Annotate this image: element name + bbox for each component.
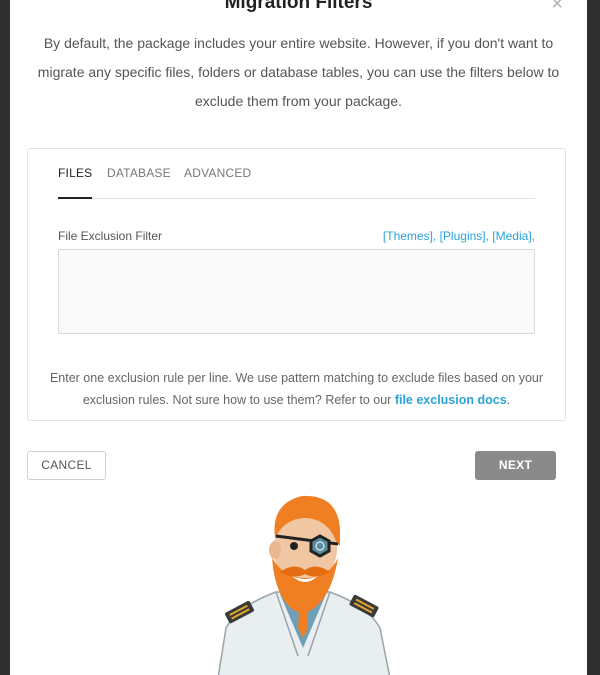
- modal-title: Migration Filters: [224, 0, 373, 13]
- filter-tabs: FILES DATABASE ADVANCED: [58, 166, 535, 199]
- link-separator: ,: [432, 229, 440, 243]
- media-link[interactable]: [Media]: [492, 229, 531, 243]
- themes-link[interactable]: [Themes]: [383, 229, 433, 243]
- tab-advanced[interactable]: ADVANCED: [184, 166, 251, 198]
- close-icon[interactable]: ×: [551, 0, 563, 14]
- file-exclusion-filter-label: File Exclusion Filter: [58, 229, 163, 243]
- cancel-button[interactable]: CANCEL: [27, 451, 106, 480]
- modal-description: By default, the package includes your en…: [37, 35, 560, 109]
- link-trailing: ,: [531, 229, 535, 243]
- pirate-captain-mascot-icon: [217, 495, 391, 675]
- file-exclusion-textarea[interactable]: [58, 249, 535, 334]
- filters-card: FILES DATABASE ADVANCED File Exclusion F…: [27, 148, 566, 421]
- plugins-link[interactable]: [Plugins]: [440, 229, 486, 243]
- tab-database[interactable]: DATABASE: [107, 166, 171, 198]
- exclusion-help-text: Enter one exclusion rule per line. We us…: [49, 371, 544, 407]
- migration-filters-modal: Migration Filters × By default, the pack…: [10, 0, 587, 675]
- file-exclusion-docs-link[interactable]: file exclusion docs: [395, 393, 507, 407]
- tab-files[interactable]: FILES: [58, 166, 93, 199]
- next-button[interactable]: NEXT: [475, 451, 556, 480]
- quick-filter-links: [Themes], [Plugins], [Media],: [383, 229, 535, 243]
